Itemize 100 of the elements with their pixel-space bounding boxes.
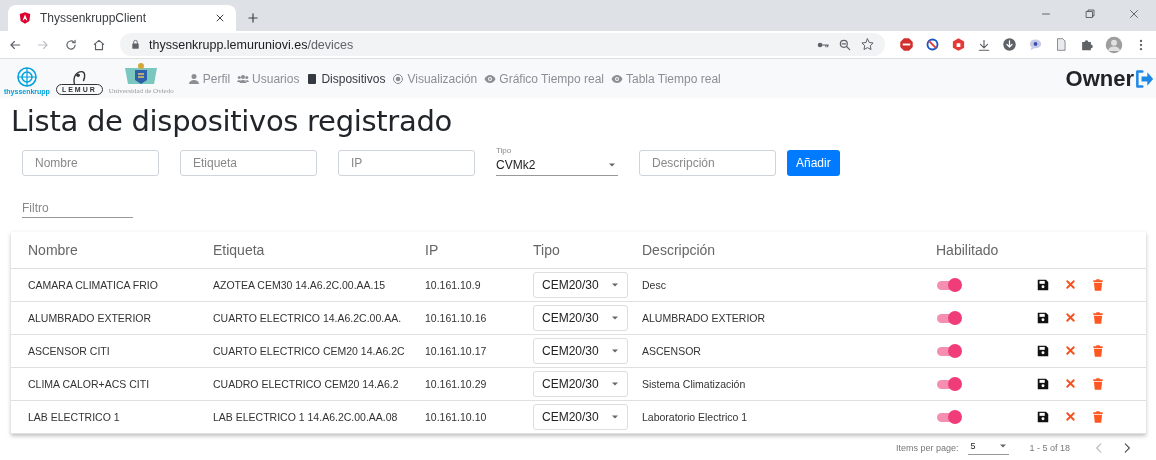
- table-cell: 10.161.10.29: [425, 378, 487, 390]
- logout-icon[interactable]: [1134, 68, 1154, 89]
- table-cell: ASCENSOR CITI: [28, 345, 110, 357]
- table-cell: LAB ELECTRICO 1: [28, 411, 120, 423]
- close-icon[interactable]: [214, 12, 226, 24]
- eye-icon: [611, 72, 623, 85]
- delete-button[interactable]: [1091, 311, 1105, 325]
- trash-icon: [1091, 344, 1105, 358]
- document-icon[interactable]: [1054, 37, 1068, 52]
- nav-link[interactable]: Dispositivos: [306, 71, 386, 86]
- save-button[interactable]: [1036, 311, 1050, 325]
- table-cell: AZOTEA CEM30 14.A6.2C.00.AA.15: [213, 279, 386, 291]
- type-select[interactable]: CEM20/30: [533, 338, 628, 364]
- table-cell: Sistema Climatización: [642, 378, 746, 390]
- table-cell: CLIMA CALOR+ACS CITI: [28, 378, 150, 390]
- toggle-switch[interactable]: [937, 377, 961, 391]
- floppy-icon: [1036, 344, 1050, 358]
- type-select[interactable]: CEM20/30: [533, 272, 628, 298]
- table-cell: CAMARA CLIMATICA FRIO: [28, 279, 158, 291]
- delete-button[interactable]: [1091, 278, 1105, 292]
- table-cell: 10.161.10.9: [425, 279, 481, 291]
- trash-icon: [1091, 278, 1105, 292]
- star-icon[interactable]: [860, 37, 875, 52]
- type-select[interactable]: CEM20/30: [533, 404, 628, 430]
- toggle-switch[interactable]: [937, 278, 961, 292]
- close-icon: [1064, 410, 1077, 423]
- input-field[interactable]: Descripción: [639, 150, 776, 176]
- toggle-switch[interactable]: [937, 311, 961, 325]
- hexagon-icon[interactable]: [951, 37, 966, 52]
- table-cell: CUARTO ELECTRICO CEM20 14.A6.2C: [213, 345, 405, 357]
- page-size-select[interactable]: 5: [968, 440, 1010, 455]
- plus-icon[interactable]: [246, 11, 260, 25]
- floppy-icon: [1036, 278, 1050, 292]
- trash-icon: [1091, 410, 1105, 424]
- cancel-button[interactable]: [1064, 410, 1077, 424]
- column-header: Habilitado: [936, 242, 1000, 258]
- column-header: Nombre: [28, 242, 79, 258]
- column-header: Tipo: [533, 242, 561, 258]
- table-cell: 10.161.10.17: [425, 345, 487, 357]
- cancel-button[interactable]: [1064, 377, 1077, 391]
- cancel-button[interactable]: [1064, 311, 1077, 325]
- add-button[interactable]: Añadir: [787, 150, 840, 176]
- floppy-icon: [1036, 410, 1050, 424]
- download-circle-icon[interactable]: [1002, 37, 1017, 52]
- save-button[interactable]: [1036, 278, 1050, 292]
- table-cell: CUADRO ELECTRICO CEM20 14.A6.2: [213, 378, 399, 390]
- cancel-button[interactable]: [1064, 278, 1077, 292]
- toggle-switch[interactable]: [937, 344, 961, 358]
- floppy-icon: [1036, 311, 1050, 325]
- table-cell: 10.161.10.16: [425, 312, 487, 324]
- reload-icon[interactable]: [64, 37, 78, 52]
- input-field[interactable]: Nombre: [22, 150, 159, 176]
- close-icon: [1064, 344, 1077, 357]
- puzzle-icon[interactable]: [1079, 37, 1094, 52]
- address-bar[interactable]: thyssenkrupp.lemuruniovi.es/devices: [120, 33, 885, 56]
- shield-icon: [18, 11, 32, 25]
- table-cell: Desc: [642, 279, 666, 291]
- input-field[interactable]: IP: [338, 150, 475, 176]
- trash-icon: [1091, 311, 1105, 325]
- blocked-icon[interactable]: [925, 37, 940, 52]
- maximize-icon[interactable]: [1084, 8, 1096, 20]
- users-icon: [237, 72, 250, 85]
- column-header: Descripción: [642, 242, 717, 258]
- table-cell: ASCENSOR: [642, 345, 701, 357]
- page-size-label: Items per page:: [895, 442, 959, 453]
- close-icon: [1064, 377, 1077, 390]
- download-icon[interactable]: [977, 37, 991, 52]
- cancel-button[interactable]: [1064, 344, 1077, 358]
- select-field[interactable]: Tipo CVMk2: [496, 146, 618, 176]
- zoom-out-icon[interactable]: [838, 37, 852, 52]
- type-select[interactable]: CEM20/30: [533, 371, 628, 397]
- stop-sign-icon[interactable]: [899, 37, 914, 52]
- delete-button[interactable]: [1091, 344, 1105, 358]
- type-select[interactable]: CEM20/30: [533, 305, 628, 331]
- eye-icon: [484, 72, 497, 85]
- avatar-icon[interactable]: [1105, 35, 1123, 54]
- save-button[interactable]: [1036, 410, 1050, 424]
- column-header: IP: [425, 242, 440, 258]
- save-button[interactable]: [1036, 377, 1050, 391]
- save-button[interactable]: [1036, 344, 1050, 358]
- column-header: Etiqueta: [213, 242, 266, 258]
- user-name: Owner: [1065, 65, 1134, 92]
- delete-button[interactable]: [1091, 410, 1105, 424]
- lock-icon: [130, 39, 141, 50]
- trash-icon: [1091, 377, 1105, 391]
- delete-button[interactable]: [1091, 377, 1105, 391]
- table-cell: ALUMBRADO EXTERIOR: [642, 312, 766, 324]
- tablet-icon: [306, 72, 319, 85]
- page-range: 1 - 5 of 18: [1029, 442, 1070, 453]
- toggle-switch[interactable]: [937, 410, 961, 424]
- table-cell: LAB ELECTRICO 1 14.A6.2C.00.AA.08: [213, 411, 398, 423]
- input-field[interactable]: Etiqueta: [180, 150, 317, 176]
- browser-tab[interactable]: ThyssenkruppClient: [8, 5, 236, 31]
- table-cell: CUARTO ELECTRICO 14.A6.2C.00.AA.: [213, 312, 402, 324]
- home-icon[interactable]: [92, 37, 106, 52]
- table-cell: 10.161.10.10: [425, 411, 487, 423]
- person-icon: [187, 72, 200, 85]
- page-title: Lista de dispositivos registrado: [10, 103, 454, 138]
- speech-bubble-icon[interactable]: [1028, 37, 1043, 52]
- table-cell: ALUMBRADO EXTERIOR: [28, 312, 152, 324]
